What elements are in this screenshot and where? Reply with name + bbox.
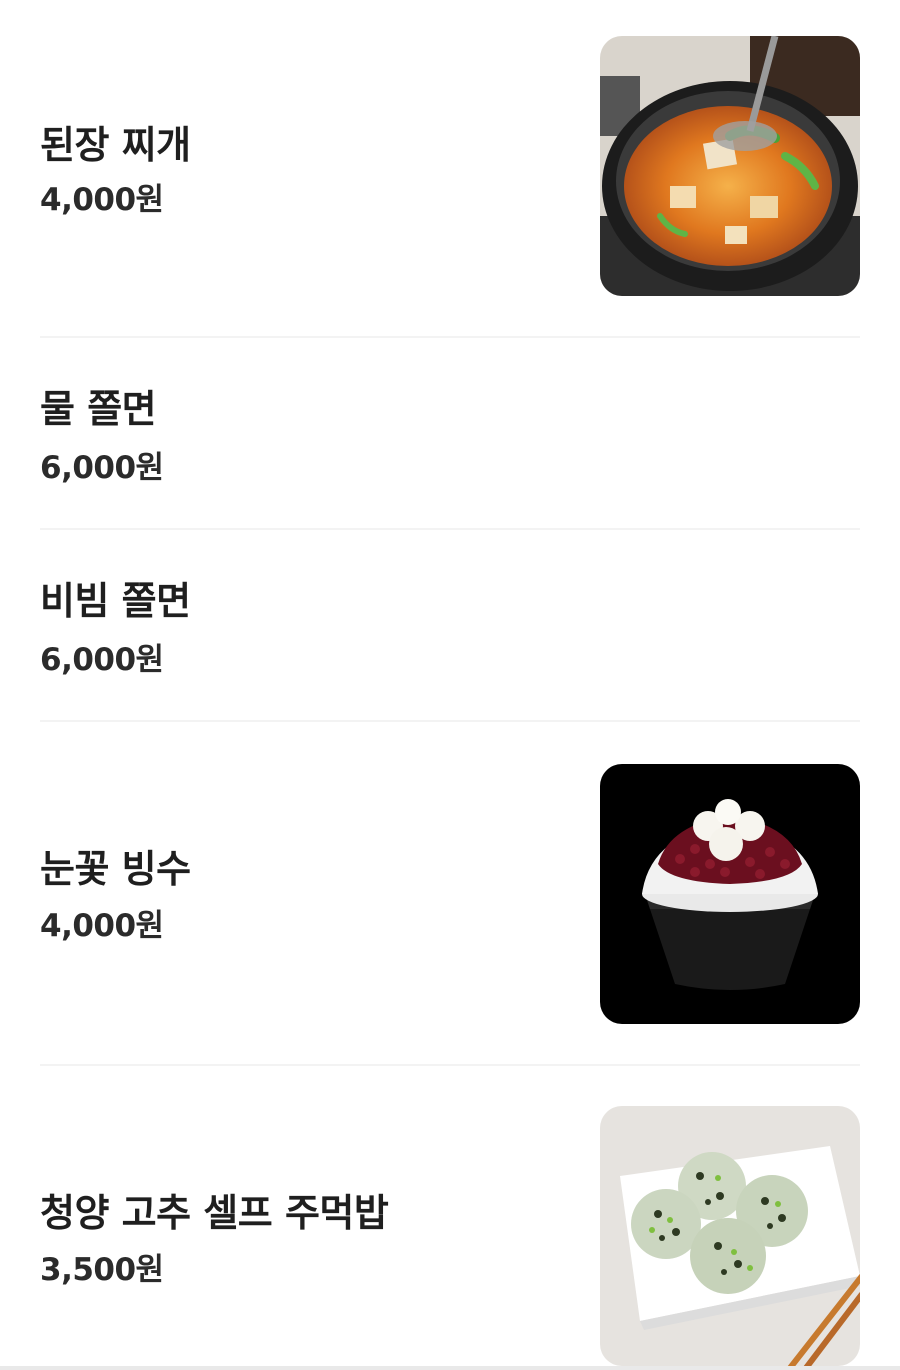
menu-item-name: 물 쫄면 — [40, 387, 157, 431]
divider — [40, 720, 860, 722]
menu-item-name: 눈꽃 빙수 — [40, 847, 191, 891]
menu-item-cheongyang-rice-ball[interactable]: 청양 고추 셀프 주먹밥 3,500원 — [40, 1106, 860, 1366]
menu-item-nunkkot-bingsu[interactable]: 눈꽃 빙수 4,000원 — [40, 764, 860, 1024]
bottom-edge — [0, 1366, 900, 1370]
menu-item-doenjang-jjigae[interactable]: 된장 찌개 4,000원 — [40, 36, 860, 296]
snowflake-bingsu-photo — [600, 764, 860, 1024]
menu-item-name: 청양 고추 셀프 주먹밥 — [40, 1191, 389, 1235]
menu-item-name: 비빔 쫄면 — [40, 579, 191, 623]
menu-item-bibim-jjolmyeon[interactable]: 비빔 쫄면 6,000원 — [40, 530, 860, 720]
menu-item-name: 된장 찌개 — [40, 123, 191, 167]
rice-ball-photo — [600, 1106, 860, 1366]
menu-item-mul-jjolmyeon[interactable]: 물 쫄면 6,000원 — [40, 338, 860, 528]
divider — [40, 1064, 860, 1066]
menu-item-price: 4,000원 — [40, 182, 164, 218]
doenjang-stew-photo — [600, 36, 860, 296]
menu-item-price: 6,000원 — [40, 450, 164, 486]
menu-item-price: 6,000원 — [40, 642, 164, 678]
menu-item-price: 4,000원 — [40, 908, 164, 944]
menu-list: 된장 찌개 4,000원 물 쫄면 6,000원 비빔 쫄면 6,000원 눈꽃… — [0, 0, 900, 1370]
menu-item-price: 3,500원 — [40, 1252, 164, 1288]
